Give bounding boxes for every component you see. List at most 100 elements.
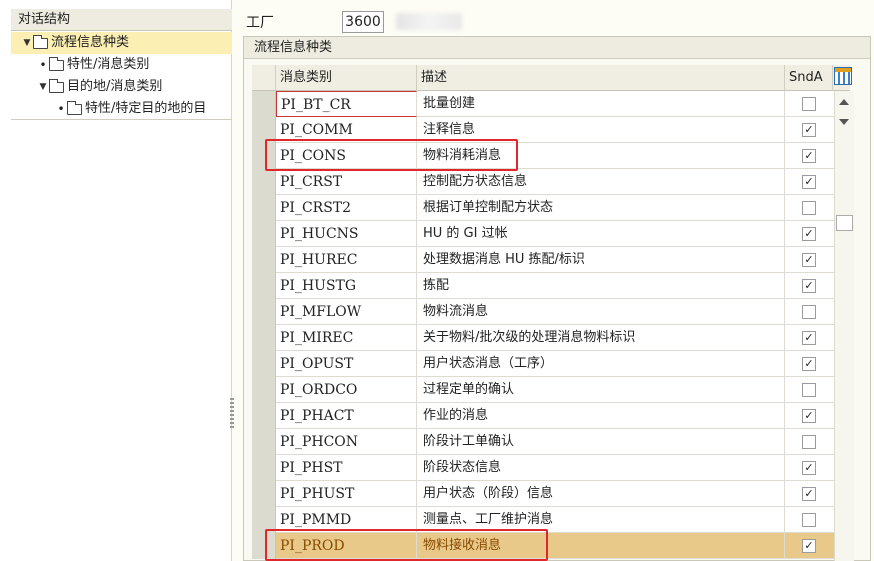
plant-label: 工厂 [246, 15, 274, 31]
description-cell[interactable]: 关于物料/批次级的处理消息物料标识 [417, 325, 785, 351]
snda-checkbox[interactable] [802, 201, 816, 215]
select-all-header[interactable] [252, 65, 276, 91]
row-selector[interactable] [252, 299, 276, 325]
snda-checkbox[interactable]: ✓ [802, 227, 816, 241]
description-cell[interactable]: 过程定单的确认 [417, 377, 785, 403]
description-cell[interactable]: 根据订单控制配方状态 [417, 195, 785, 221]
row-selector[interactable] [252, 91, 276, 117]
table-row[interactable]: PI_PHUST 用户状态（阶段）信息 ✓ [252, 481, 850, 507]
tree-item-destination-characteristics[interactable]: • 特性/特定目的地的目 [11, 98, 232, 120]
tree-item-destination-message-category[interactable]: ▼ 目的地/消息类别 [11, 76, 232, 98]
table-row[interactable]: PI_OPUST 用户状态消息（工序） ✓ [252, 351, 850, 377]
column-header-description[interactable]: 描述 [417, 65, 785, 91]
scroll-down-icon[interactable] [839, 119, 849, 125]
message-category-cell[interactable]: PI_BT_CR [276, 91, 417, 117]
tree-item-process-message-categories[interactable]: ▼ 流程信息种类 [11, 32, 232, 54]
message-category-cell[interactable]: PI_CRST [276, 169, 417, 195]
snda-checkbox[interactable]: ✓ [802, 409, 816, 423]
panel-splitter-handle[interactable] [230, 398, 234, 430]
message-category-cell[interactable]: PI_HUCNS [276, 221, 417, 247]
snda-checkbox[interactable]: ✓ [802, 487, 816, 501]
scrollbar-thumb[interactable] [836, 215, 853, 231]
table-row[interactable]: PI_HUCNS HU 的 GI 过帐 ✓ [252, 221, 850, 247]
tree-item-characteristics-message-category[interactable]: • 特性/消息类别 [11, 54, 232, 76]
row-selector[interactable] [252, 351, 276, 377]
table-settings-icon[interactable] [834, 67, 852, 85]
message-category-cell[interactable]: PI_OPUST [276, 351, 417, 377]
snda-checkbox[interactable] [802, 513, 816, 527]
row-selector[interactable] [252, 273, 276, 299]
snda-checkbox[interactable] [802, 97, 816, 111]
snda-checkbox[interactable]: ✓ [802, 279, 816, 293]
description-cell[interactable]: 作业的消息 [417, 403, 785, 429]
description-cell[interactable]: 物料流消息 [417, 299, 785, 325]
row-selector[interactable] [252, 195, 276, 221]
description-cell[interactable]: HU 的 GI 过帐 [417, 221, 785, 247]
message-category-cell[interactable]: PI_PHACT [276, 403, 417, 429]
snda-cell: ✓ [785, 117, 833, 143]
message-category-cell[interactable]: PI_MFLOW [276, 299, 417, 325]
scroll-up-icon[interactable] [839, 99, 849, 105]
description-cell[interactable]: 用户状态（阶段）信息 [417, 481, 785, 507]
message-category-cell[interactable]: PI_CRST2 [276, 195, 417, 221]
table-row[interactable]: PI_MIREC 关于物料/批次级的处理消息物料标识 ✓ [252, 325, 850, 351]
row-selector[interactable] [252, 429, 276, 455]
dialog-structure-panel: 对话结构 ▼ 流程信息种类 • 特性/消息类别 ▼ 目的地/消息类别 • 特性/… [0, 0, 232, 561]
message-category-cell[interactable]: PI_HUREC [276, 247, 417, 273]
table-row[interactable]: PI_ORDCO 过程定单的确认 [252, 377, 850, 403]
description-cell[interactable]: 拣配 [417, 273, 785, 299]
table-row[interactable]: PI_PHST 阶段状态信息 ✓ [252, 455, 850, 481]
row-selector[interactable] [252, 403, 276, 429]
tree-divider [11, 119, 232, 120]
vertical-scrollbar[interactable] [834, 91, 854, 561]
snda-checkbox[interactable]: ✓ [802, 149, 816, 163]
table-row[interactable]: PI_HUREC 处理数据消息 HU 拣配/标识 ✓ [252, 247, 850, 273]
message-category-cell[interactable]: PI_PHCON [276, 429, 417, 455]
message-category-cell[interactable]: PI_PHUST [276, 481, 417, 507]
snda-checkbox[interactable]: ✓ [802, 539, 816, 553]
table-row[interactable]: PI_CRST 控制配方状态信息 ✓ [252, 169, 850, 195]
snda-cell [785, 91, 833, 117]
message-category-cell[interactable]: PI_HUSTG [276, 273, 417, 299]
row-selector[interactable] [252, 169, 276, 195]
row-selector[interactable] [252, 481, 276, 507]
description-cell[interactable]: 阶段状态信息 [417, 455, 785, 481]
snda-cell: ✓ [785, 143, 833, 169]
column-header-message-category[interactable]: 消息类别 [276, 65, 417, 91]
row-selector[interactable] [252, 325, 276, 351]
snda-checkbox[interactable] [802, 383, 816, 397]
description-cell[interactable]: 批量创建 [417, 91, 785, 117]
table-row[interactable]: PI_HUSTG 拣配 ✓ [252, 273, 850, 299]
table-header: 消息类别 描述 SndA [252, 65, 850, 91]
snda-checkbox[interactable]: ✓ [802, 331, 816, 345]
description-cell[interactable]: 控制配方状态信息 [417, 169, 785, 195]
snda-checkbox[interactable]: ✓ [802, 175, 816, 189]
table-row[interactable]: PI_PHACT 作业的消息 ✓ [252, 403, 850, 429]
table-row[interactable]: PI_PHCON 阶段计工单确认 [252, 429, 850, 455]
column-header-snda[interactable]: SndA [785, 65, 833, 91]
plant-field[interactable]: 3600 [342, 11, 384, 33]
row-selector[interactable] [252, 221, 276, 247]
message-category-cell[interactable]: PI_MIREC [276, 325, 417, 351]
expand-triangle-icon[interactable]: ▼ [21, 32, 33, 54]
table-row[interactable]: PI_CRST2 根据订单控制配方状态 [252, 195, 850, 221]
description-cell[interactable]: 阶段计工单确认 [417, 429, 785, 455]
table-row[interactable]: PI_BT_CR 批量创建 [252, 91, 850, 117]
row-selector[interactable] [252, 247, 276, 273]
folder-icon [67, 100, 82, 115]
snda-checkbox[interactable]: ✓ [802, 357, 816, 371]
snda-checkbox[interactable]: ✓ [802, 253, 816, 267]
row-selector[interactable] [252, 377, 276, 403]
snda-checkbox[interactable]: ✓ [802, 461, 816, 475]
expand-triangle-icon[interactable]: ▼ [37, 76, 49, 98]
description-cell[interactable]: 用户状态消息（工序） [417, 351, 785, 377]
message-category-cell[interactable]: PI_PHST [276, 455, 417, 481]
snda-checkbox[interactable]: ✓ [802, 123, 816, 137]
snda-checkbox[interactable] [802, 305, 816, 319]
description-cell[interactable]: 处理数据消息 HU 拣配/标识 [417, 247, 785, 273]
table-row[interactable]: PI_MFLOW 物料流消息 [252, 299, 850, 325]
snda-cell [785, 429, 833, 455]
row-selector[interactable] [252, 455, 276, 481]
snda-checkbox[interactable] [802, 435, 816, 449]
message-category-cell[interactable]: PI_ORDCO [276, 377, 417, 403]
